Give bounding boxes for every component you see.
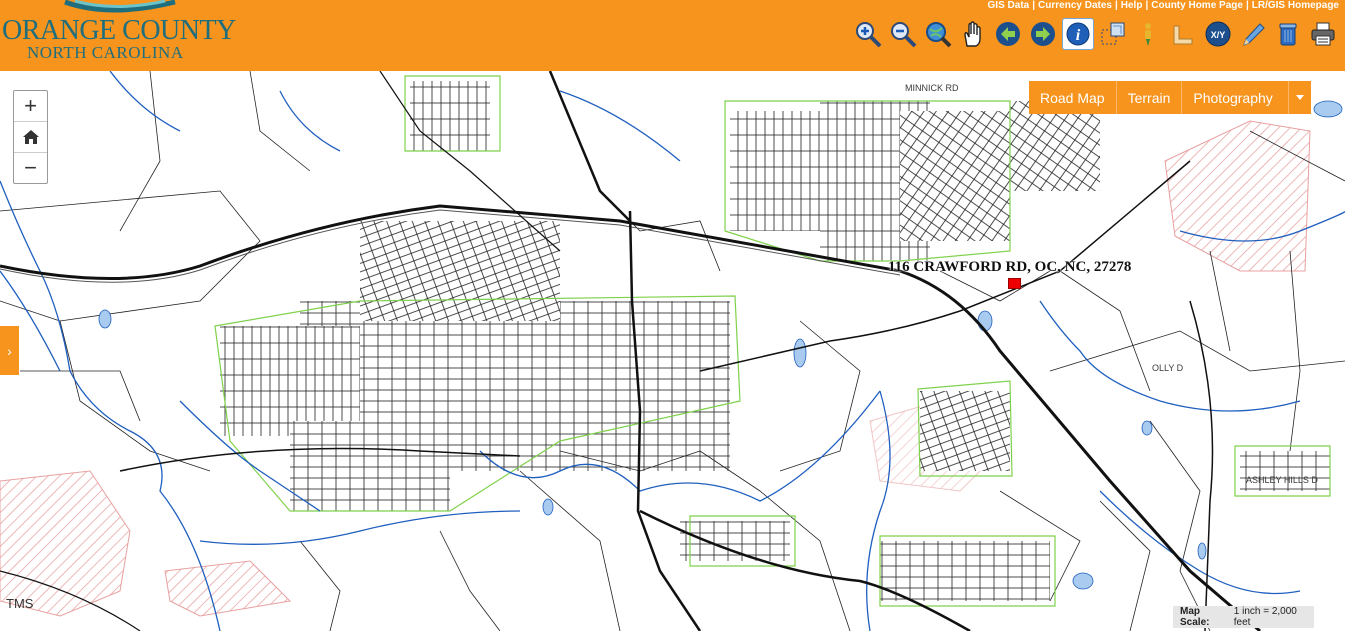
- globe-magnifier-icon: [926, 22, 952, 48]
- clear-tool[interactable]: [1272, 18, 1304, 50]
- pencil-icon: [1243, 23, 1265, 46]
- parcel-map-layer: MINNICK RD OLLY D ASHLEY HILLS D: [0, 71, 1345, 631]
- print-tool[interactable]: [1307, 18, 1339, 50]
- arrow-right-icon: [1031, 22, 1055, 46]
- header-links: GIS Data | Currency Dates | Help | County Home…: [987, 0, 1339, 11]
- svg-text:X/Y: X/Y: [1211, 30, 1226, 40]
- zoom-control: + −: [13, 90, 48, 184]
- county-logo-swoosh: [64, 0, 176, 13]
- side-panel-toggle[interactable]: ›: [0, 326, 19, 375]
- selected-parcel-marker[interactable]: [1008, 278, 1021, 289]
- ruler-icon: [1173, 25, 1193, 45]
- xy-icon: X/Y: [1205, 21, 1231, 47]
- parcel-address-label: 116 CRAWFORD RD, OC, NC, 27278: [888, 259, 1132, 275]
- xy-tool[interactable]: X/Y: [1202, 18, 1234, 50]
- basemap-road-map-button[interactable]: Road Map: [1029, 81, 1117, 114]
- info-icon: i: [1066, 22, 1090, 46]
- road-label-olly: OLLY D: [1152, 363, 1184, 373]
- currency-dates-link[interactable]: Currency Dates: [1038, 0, 1112, 11]
- arrow-left-icon: [996, 22, 1020, 46]
- state-name-logo: NORTH CAROLINA: [27, 43, 184, 62]
- pegman-icon: [1145, 23, 1151, 46]
- basemap-dropdown-button[interactable]: [1287, 81, 1311, 114]
- tms-partial-label: TMS: [6, 596, 34, 611]
- magnifier-plus-icon: [856, 22, 882, 48]
- previous-extent-tool[interactable]: [992, 18, 1024, 50]
- full-extent-tool[interactable]: [922, 18, 954, 50]
- basemap-selector: Road Map Terrain Photography: [1029, 81, 1311, 114]
- pan-tool[interactable]: [957, 18, 989, 50]
- basemap-terrain-button[interactable]: Terrain: [1117, 81, 1183, 114]
- county-name-logo[interactable]: ORANGE COUNTY: [2, 16, 236, 46]
- map-scale-label: Map Scale:: [1180, 606, 1210, 628]
- select-tool[interactable]: [1097, 18, 1129, 50]
- gis-data-link[interactable]: GIS Data: [988, 0, 1030, 11]
- street-view-tool[interactable]: [1132, 18, 1164, 50]
- next-extent-tool[interactable]: [1027, 18, 1059, 50]
- hand-icon: [964, 21, 981, 47]
- magnifier-minus-icon: [891, 22, 917, 48]
- trash-icon: [1279, 23, 1297, 46]
- map-canvas[interactable]: MINNICK RD OLLY D ASHLEY HILLS D: [0, 71, 1345, 631]
- basemap-photography-button[interactable]: Photography: [1182, 81, 1283, 114]
- select-map-icon: [1101, 22, 1125, 45]
- lr-gis-homepage-link[interactable]: LR/GIS Homepage: [1252, 0, 1339, 11]
- draw-tool[interactable]: [1237, 18, 1269, 50]
- home-button[interactable]: [14, 122, 47, 153]
- zoom-in-tool[interactable]: [852, 18, 884, 50]
- county-home-page-link[interactable]: County Home Page: [1151, 0, 1243, 11]
- app-header: ORANGE COUNTY NORTH CAROLINA GIS Data | Cu…: [0, 0, 1345, 71]
- map-scale-value: 1 inch = 2,000 feet: [1233, 606, 1297, 628]
- road-label-minnick: MINNICK RD: [905, 83, 959, 93]
- caret-down-icon: [1295, 95, 1304, 100]
- road-label-ashley-hills: ASHLEY HILLS D: [1246, 475, 1318, 485]
- measure-tool[interactable]: [1167, 18, 1199, 50]
- map-scale-readout: Map Scale: 1 inch = 2,000 feet: [1173, 606, 1314, 628]
- help-link[interactable]: Help: [1121, 0, 1143, 11]
- svg-text:i: i: [1076, 27, 1081, 44]
- zoom-in-button[interactable]: +: [14, 91, 47, 122]
- printer-icon: [1311, 22, 1335, 46]
- home-icon: [22, 130, 39, 144]
- map-toolbar: i X/Y: [852, 18, 1339, 52]
- zoom-out-tool[interactable]: [887, 18, 919, 50]
- parcel-grids: [220, 81, 1330, 601]
- zoom-out-button[interactable]: −: [14, 153, 47, 183]
- identify-tool[interactable]: i: [1062, 18, 1094, 50]
